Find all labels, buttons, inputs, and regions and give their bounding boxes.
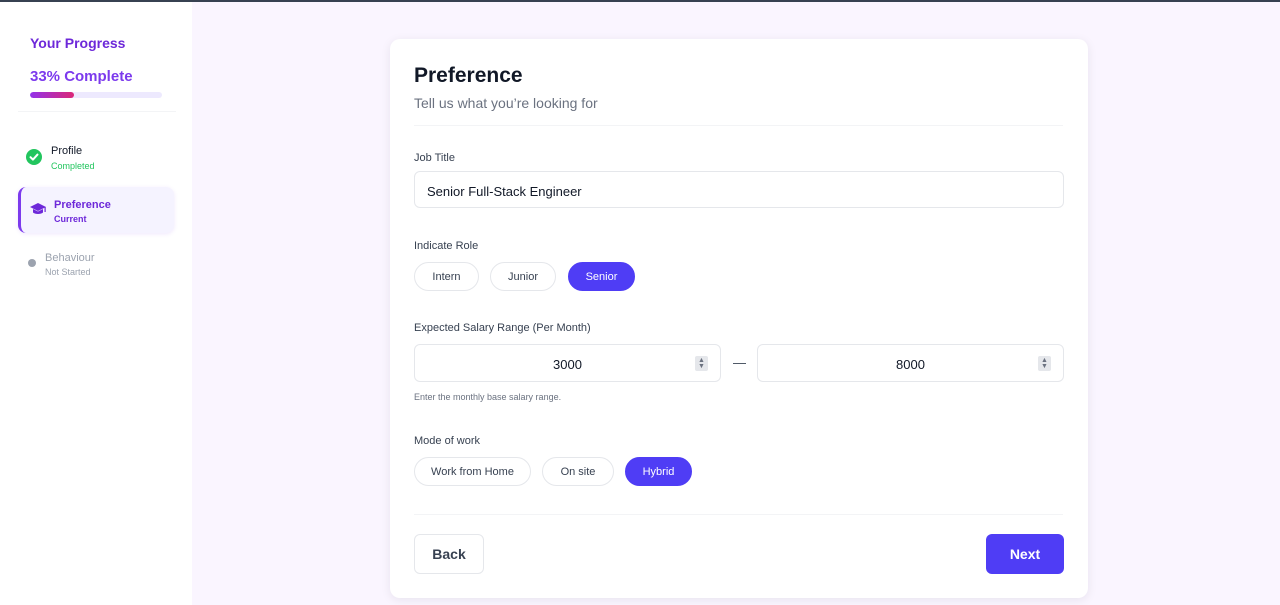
step-profile-status: Completed — [51, 161, 95, 171]
back-button[interactable]: Back — [414, 534, 484, 574]
sidebar-title: Your Progress — [30, 35, 126, 51]
step-profile-name: Profile — [51, 145, 83, 157]
footer-divider — [414, 514, 1063, 515]
step-preference-name: Preference — [54, 199, 111, 211]
work-mode-label: Mode of work — [414, 435, 481, 447]
salary-min-input[interactable]: 3000 ▲ ▼ — [414, 344, 721, 382]
work-mode-option-hybrid[interactable]: Hybrid — [625, 457, 692, 486]
top-border — [0, 0, 1280, 2]
work-mode-option-onsite[interactable]: On site — [542, 457, 614, 486]
step-behaviour-status: Not Started — [45, 267, 91, 277]
preference-card: Preference Tell us what you’re looking f… — [390, 39, 1088, 598]
job-title-label: Job Title — [414, 152, 455, 164]
salary-max-input[interactable]: 8000 ▲ ▼ — [757, 344, 1064, 382]
step-behaviour[interactable]: Behaviour Not Started — [18, 239, 174, 285]
role-label: Indicate Role — [414, 240, 479, 252]
progress-percent: 33% Complete — [30, 68, 133, 85]
job-title-input[interactable]: Senior Full-Stack Engineer — [414, 171, 1064, 208]
check-circle-icon — [26, 149, 42, 165]
range-separator: — — [733, 355, 746, 370]
step-profile[interactable]: Profile Completed — [18, 135, 174, 181]
role-option-junior[interactable]: Junior — [490, 262, 556, 291]
page-title: Preference — [414, 64, 523, 87]
graduation-cap-icon — [29, 202, 47, 216]
role-option-intern[interactable]: Intern — [414, 262, 479, 291]
step-preference[interactable]: Preference Current — [18, 187, 174, 233]
progress-bar-fill — [30, 92, 74, 98]
salary-label: Expected Salary Range (Per Month) — [414, 322, 591, 334]
page-subtitle: Tell us what you’re looking for — [414, 95, 598, 111]
progress-bar — [30, 92, 162, 98]
work-mode-option-home[interactable]: Work from Home — [414, 457, 531, 486]
progress-sidebar: Your Progress 33% Complete Profile Compl… — [0, 2, 192, 605]
next-button[interactable]: Next — [986, 534, 1064, 574]
stepper-icon[interactable]: ▲ ▼ — [695, 356, 708, 371]
stepper-icon[interactable]: ▲ ▼ — [1038, 356, 1051, 371]
dot-icon — [28, 259, 36, 267]
step-behaviour-name: Behaviour — [45, 252, 95, 264]
salary-hint: Enter the monthly base salary range. — [414, 392, 562, 402]
sidebar-divider — [18, 111, 176, 112]
salary-max-value: 8000 — [896, 357, 925, 372]
role-option-senior[interactable]: Senior — [568, 262, 635, 291]
header-divider — [414, 125, 1063, 126]
step-preference-status: Current — [54, 214, 87, 224]
salary-min-value: 3000 — [553, 357, 582, 372]
